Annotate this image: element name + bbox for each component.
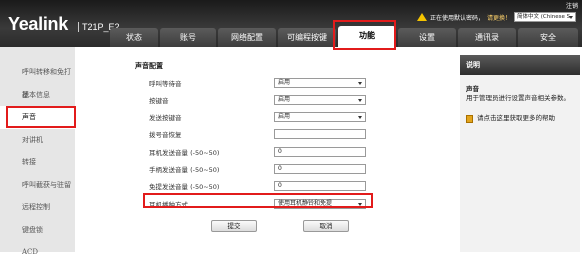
top-header: Yealink T21P_E2 注销 正在使用默认密码， 请更换！ 简体中文 (… (0, 0, 582, 47)
sidebar-item-keypad-lock[interactable]: 键盘锁 (0, 219, 75, 242)
keypad-tone-select[interactable]: 启用 (274, 94, 366, 105)
keypad-tone-label: 按键音 (149, 96, 169, 105)
sidebar-item-general[interactable]: 基本信息 (0, 84, 75, 107)
help-text: 用于管理员进行设置声音相关参数。 (466, 94, 570, 102)
headset-volume-input[interactable]: 0 (274, 146, 366, 157)
dial-tone-label: 拨号音恢复 (149, 130, 182, 139)
sidebar-item-audio[interactable]: 声音 (0, 106, 75, 129)
password-warning: 正在使用默认密码， 请更换！ 简体中文 (Chinese S (416, 11, 576, 23)
handset-volume-input[interactable]: 0 (274, 163, 366, 174)
sidebar-item-transfer[interactable]: 转接 (0, 151, 75, 174)
submit-button[interactable]: 提交 (211, 220, 257, 232)
form-row: 呼叫等待音 启用 (149, 77, 449, 88)
form-row: 手柄发送音量 (-50~50) 0 (149, 163, 449, 174)
handsfree-volume-label: 免提发送音量 (-50~50) (149, 182, 220, 191)
section-title: 声音配置 (135, 62, 163, 70)
change-password-link[interactable]: 请更换！ (487, 13, 511, 22)
headset-volume-label: 耳机发送音量 (-50~50) (149, 148, 220, 157)
help-heading: 声音 (466, 85, 479, 93)
logout-link[interactable]: 注销 (566, 1, 578, 10)
help-book-icon (466, 115, 473, 123)
sidebar-item-forward-dnd[interactable]: 呼叫转移和免打扰 (0, 61, 75, 99)
help-panel: 说明 声音 用于管理员进行设置声音相关参数。 请点击这里获取更多的帮助 (460, 55, 580, 252)
form-row: 耳机播种方式 使用耳机静铃和免提 (149, 198, 449, 209)
send-tone-select[interactable]: 启用 (274, 111, 366, 122)
tab-account[interactable]: 账号 (160, 28, 216, 47)
more-help-link[interactable]: 请点击这里获取更多的帮助 (477, 114, 555, 123)
cancel-button[interactable]: 取消 (303, 220, 349, 232)
form-row: 拨号音恢复 (149, 128, 449, 139)
help-more: 请点击这里获取更多的帮助 (466, 114, 576, 123)
tab-settings[interactable]: 设置 (398, 28, 456, 47)
sidebar-item-pickup-park[interactable]: 呼叫截获与驻留 (0, 174, 75, 197)
tab-status[interactable]: 状态 (110, 28, 158, 47)
call-waiting-tone-label: 呼叫等待音 (149, 79, 182, 88)
sidebar-item-intercom[interactable]: 对讲机 (0, 129, 75, 152)
call-waiting-tone-select[interactable]: 启用 (274, 77, 366, 88)
tab-features[interactable]: 功能 (338, 26, 396, 47)
headset-ring-mode-select[interactable]: 使用耳机静铃和免提 (274, 198, 366, 209)
send-tone-label: 发送按键音 (149, 113, 182, 122)
language-select[interactable]: 简体中文 (Chinese S (514, 12, 576, 22)
brand-logo: Yealink (8, 14, 68, 34)
headset-ring-mode-label: 耳机播种方式 (149, 200, 188, 209)
sidebar-item-acd[interactable]: ACD (0, 241, 75, 264)
form-row: 发送按键音 启用 (149, 111, 449, 122)
handsfree-volume-input[interactable]: 0 (274, 180, 366, 191)
warning-icon (416, 13, 427, 21)
form-row: 耳机发送音量 (-50~50) 0 (149, 146, 449, 157)
form-row: 免提发送音量 (-50~50) 0 (149, 180, 449, 191)
tab-network[interactable]: 网络配置 (218, 28, 276, 47)
audio-settings-form: 声音配置 呼叫等待音 启用 按键音 启用 发送按键音 启用 拨号音恢复 耳机发送… (85, 58, 455, 252)
form-row: 按键音 启用 (149, 94, 449, 105)
main-tabs: 状态 账号 网络配置 可编程按键 功能 设置 通讯录 安全 (110, 26, 578, 47)
dial-tone-input[interactable] (274, 128, 366, 139)
tab-dsskey[interactable]: 可编程按键 (278, 28, 336, 47)
sidebar-item-remote-control[interactable]: 远程控制 (0, 196, 75, 219)
sidebar: 呼叫转移和免打扰 基本信息 声音 对讲机 转接 呼叫截获与驻留 远程控制 键盘锁… (0, 47, 75, 256)
help-title: 说明 (460, 55, 580, 75)
tab-directory[interactable]: 通讯录 (458, 28, 516, 47)
tab-security[interactable]: 安全 (518, 28, 578, 47)
handset-volume-label: 手柄发送音量 (-50~50) (149, 165, 220, 174)
warning-text: 正在使用默认密码， (429, 14, 484, 22)
